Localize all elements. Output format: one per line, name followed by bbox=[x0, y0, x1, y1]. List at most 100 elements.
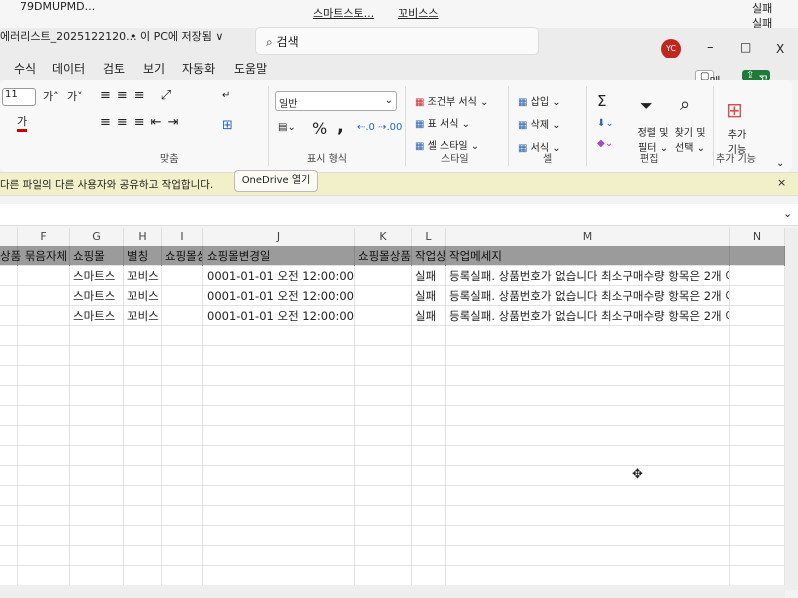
cell[interactable] bbox=[162, 526, 203, 546]
cell[interactable] bbox=[18, 406, 70, 426]
cell[interactable] bbox=[18, 366, 70, 386]
cell[interactable] bbox=[162, 266, 203, 286]
vertical-scrollbar[interactable] bbox=[785, 228, 798, 590]
close-button[interactable]: X bbox=[776, 42, 784, 56]
cell[interactable] bbox=[162, 566, 203, 586]
cell[interactable] bbox=[0, 366, 18, 386]
cell[interactable] bbox=[70, 526, 124, 546]
cell[interactable] bbox=[446, 506, 730, 526]
cell[interactable] bbox=[203, 566, 355, 586]
decimal-buttons[interactable]: ⇠.0 ⇢.00 bbox=[357, 122, 402, 133]
message-close-button[interactable]: × bbox=[777, 176, 786, 189]
tab-formulas[interactable]: 수식 bbox=[14, 60, 36, 77]
cell[interactable] bbox=[446, 566, 730, 586]
cell[interactable] bbox=[446, 406, 730, 426]
cell[interactable] bbox=[730, 246, 785, 266]
horizontal-align-buttons[interactable]: ≡≡≡⇤⇥ bbox=[100, 115, 184, 130]
cell[interactable] bbox=[124, 406, 162, 426]
cell[interactable] bbox=[412, 326, 446, 346]
percent-button[interactable]: % bbox=[312, 119, 327, 138]
cell[interactable] bbox=[355, 566, 412, 586]
cell[interactable] bbox=[203, 446, 355, 466]
cell[interactable] bbox=[124, 346, 162, 366]
cell[interactable] bbox=[70, 466, 124, 486]
cell[interactable] bbox=[446, 386, 730, 406]
cell[interactable] bbox=[162, 406, 203, 426]
fill-button[interactable]: ⬇⌄ bbox=[597, 118, 614, 129]
cell[interactable]: 실패 bbox=[412, 266, 446, 286]
cell[interactable] bbox=[203, 346, 355, 366]
cell[interactable] bbox=[446, 366, 730, 386]
cell[interactable] bbox=[70, 506, 124, 526]
cell[interactable] bbox=[70, 326, 124, 346]
cell[interactable]: 쇼핑몰변경일 bbox=[203, 246, 355, 266]
cell[interactable] bbox=[203, 426, 355, 446]
cell[interactable]: 작업메세지 bbox=[446, 246, 730, 266]
cell[interactable] bbox=[0, 306, 18, 326]
cell[interactable] bbox=[203, 386, 355, 406]
cell[interactable] bbox=[18, 566, 70, 586]
cell[interactable]: 쇼핑몰 bbox=[70, 246, 124, 266]
cell[interactable] bbox=[162, 306, 203, 326]
cell[interactable]: 꼬비스 bbox=[124, 266, 162, 286]
cell[interactable] bbox=[355, 526, 412, 546]
cell[interactable] bbox=[730, 266, 785, 286]
cell[interactable] bbox=[70, 346, 124, 366]
maximize-button[interactable]: □ bbox=[740, 40, 751, 54]
cell[interactable] bbox=[355, 326, 412, 346]
cell[interactable] bbox=[70, 446, 124, 466]
cell[interactable] bbox=[162, 486, 203, 506]
cell[interactable] bbox=[412, 446, 446, 466]
cell[interactable] bbox=[730, 566, 785, 586]
column-header-H[interactable]: H bbox=[124, 228, 162, 246]
cell[interactable] bbox=[730, 366, 785, 386]
cell[interactable] bbox=[446, 326, 730, 346]
cell[interactable] bbox=[355, 266, 412, 286]
cell[interactable]: 작업상 bbox=[412, 246, 446, 266]
delete-button[interactable]: ▦ 삭제 ⌄ bbox=[518, 116, 561, 131]
save-status-dropdown[interactable]: • 이 PC에 저장됨 ∨ bbox=[130, 28, 223, 44]
cell[interactable] bbox=[70, 566, 124, 586]
font-color-button[interactable]: 가 bbox=[17, 113, 28, 132]
cell[interactable] bbox=[446, 346, 730, 366]
cell[interactable]: 상품 묶음자체 bbox=[0, 246, 70, 266]
cell[interactable] bbox=[124, 546, 162, 566]
collapse-ribbon-icon[interactable]: ⌄ bbox=[776, 158, 784, 169]
cell[interactable] bbox=[355, 286, 412, 306]
comma-button[interactable]: , bbox=[337, 116, 344, 137]
cell[interactable] bbox=[0, 506, 18, 526]
cell[interactable] bbox=[162, 346, 203, 366]
cell[interactable] bbox=[18, 546, 70, 566]
cell[interactable]: 스마트스 bbox=[70, 266, 124, 286]
expand-formula-icon[interactable]: ⌄ bbox=[783, 207, 792, 220]
tab-view[interactable]: 보기 bbox=[143, 60, 165, 77]
cell[interactable] bbox=[124, 506, 162, 526]
cell[interactable] bbox=[18, 486, 70, 506]
cell[interactable] bbox=[730, 426, 785, 446]
cell[interactable]: 등록실패. 상품번호가 없습니다 최소구매수량 항목은 2개 이상의 bbox=[446, 286, 730, 306]
find-select-button[interactable]: 찾기 및 선택 ⌄ bbox=[670, 124, 710, 154]
avatar[interactable]: YC bbox=[661, 39, 681, 59]
cell[interactable] bbox=[355, 546, 412, 566]
cell[interactable] bbox=[18, 526, 70, 546]
cell[interactable]: 0001-01-01 오전 12:00:00 bbox=[203, 266, 355, 286]
cell[interactable] bbox=[124, 386, 162, 406]
cell[interactable] bbox=[0, 466, 18, 486]
cell[interactable] bbox=[162, 386, 203, 406]
cell[interactable] bbox=[446, 526, 730, 546]
merge-icon[interactable]: ⊞ bbox=[222, 118, 233, 133]
cell[interactable] bbox=[0, 486, 18, 506]
cell[interactable] bbox=[124, 326, 162, 346]
cell[interactable]: 별칭 bbox=[124, 246, 162, 266]
cell[interactable] bbox=[203, 526, 355, 546]
cell[interactable] bbox=[730, 346, 785, 366]
cell[interactable] bbox=[355, 446, 412, 466]
cell[interactable] bbox=[412, 566, 446, 586]
accounting-format-icon[interactable]: ▤⌄ bbox=[278, 122, 296, 133]
column-header-N[interactable]: N bbox=[730, 228, 785, 246]
cell[interactable] bbox=[203, 326, 355, 346]
cell[interactable] bbox=[0, 386, 18, 406]
cell[interactable] bbox=[18, 426, 70, 446]
cell[interactable] bbox=[730, 286, 785, 306]
cell[interactable] bbox=[124, 486, 162, 506]
